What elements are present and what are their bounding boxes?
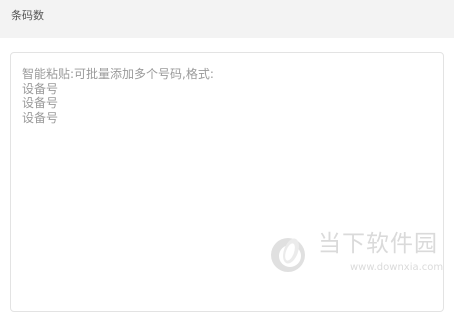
textarea-placeholder: 智能粘贴:可批量添加多个号码,格式: 设备号 设备号 设备号 — [22, 67, 214, 125]
watermark-title: 当下软件园 — [318, 231, 438, 257]
watermark-logo-icon — [271, 238, 305, 272]
field-header: 条码数 — [0, 0, 454, 38]
field-label: 条码数 — [11, 9, 44, 22]
watermark-url: www.downxia.com — [350, 262, 444, 273]
watermark: 当下软件园 www.downxia.com — [266, 226, 443, 282]
